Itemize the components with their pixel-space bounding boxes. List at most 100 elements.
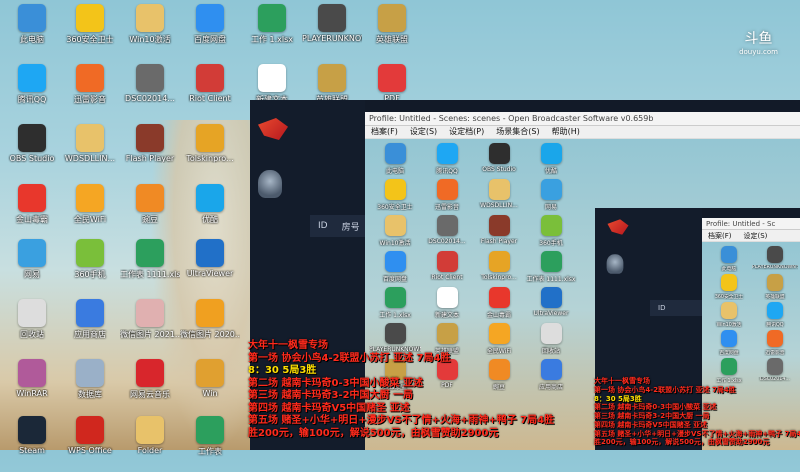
app-icon	[136, 4, 164, 32]
icon-label: 工作表 1111.xlsx	[120, 270, 180, 279]
obs-title-bar[interactable]: Profile: Untitled - Scenes: scenes - Ope…	[365, 112, 800, 126]
desktop-icon-24[interactable]: 工作表 1111.xlsx	[120, 239, 180, 295]
app-icon	[384, 287, 406, 308]
desktop-icon-10[interactable]: Riot Client	[180, 64, 240, 120]
nested-title-text: Profile: Untitled - Sc	[706, 219, 776, 228]
icon-label: 此电脑	[20, 35, 44, 44]
desktop-icon-5[interactable]: PLAYERUNKNOWN'S	[302, 4, 362, 60]
app-icon	[196, 64, 224, 92]
desktop-icon-7[interactable]: 腾讯QQ	[2, 64, 62, 120]
icon-label: 百度网盘	[194, 35, 226, 44]
desktop-icon-36[interactable]: Folder	[120, 416, 180, 472]
app-icon	[436, 215, 458, 236]
obs-table-header: ID 房号	[310, 215, 370, 237]
app-icon	[318, 4, 346, 32]
desktop-icon-20[interactable]: 豌豆	[120, 184, 180, 240]
icon-label: 金山毒霸	[16, 215, 48, 224]
desktop-icon-37[interactable]: 工作表	[180, 416, 240, 472]
icon-label: OBS Studio	[482, 166, 516, 173]
obs-menu-item-2[interactable]: 设定档(P)	[443, 126, 490, 138]
icon-label: 优酷	[544, 168, 557, 175]
desktop-icon-25[interactable]: UltraViewer	[180, 239, 240, 295]
app-icon	[378, 64, 406, 92]
overlay-line-5: 第四场 越南卡玛奇V5中国赌圣 亚述	[248, 402, 410, 414]
desktop-icon-33[interactable]: Win	[180, 359, 240, 415]
nested-menu-item-1[interactable]: 设定(S)	[738, 230, 774, 241]
desktop-icon-19[interactable]: 全民WiFi	[60, 184, 120, 240]
icon-label: WPS Office	[68, 446, 112, 455]
icon-label: 工作表	[198, 447, 222, 456]
desktop-icon-6[interactable]: 英雄联盟	[362, 4, 422, 60]
icon-label: Riot Client	[189, 94, 231, 103]
desktop-icon-31[interactable]: 数据库	[60, 359, 120, 415]
icon-label: 迅雷影音	[74, 95, 106, 104]
app-icon	[196, 4, 224, 32]
app-icon	[488, 143, 510, 164]
obs-menu-item-1[interactable]: 设定(S)	[404, 126, 443, 138]
nested-helmet-icon	[606, 254, 624, 274]
desktop-icon-14[interactable]: OBS Studio	[2, 124, 62, 180]
app-icon	[436, 143, 458, 164]
app-icon	[196, 239, 224, 267]
app-icon	[76, 416, 104, 444]
desktop-icon-23[interactable]: 360手机	[60, 239, 120, 295]
app-icon	[766, 302, 784, 319]
desktop-icon-2[interactable]: Win10激活	[120, 4, 180, 60]
app-icon	[540, 251, 562, 272]
icon-label: 微信图片 2020...	[180, 330, 240, 339]
app-icon	[436, 179, 458, 200]
desktop-icon-28[interactable]: 微信图片 2021...	[120, 299, 180, 355]
app-icon	[76, 299, 104, 327]
app-icon	[136, 184, 164, 212]
desktop-icon-29[interactable]: 微信图片 2020...	[180, 299, 240, 355]
nested-title-bar[interactable]: Profile: Untitled - Sc	[702, 218, 800, 230]
desktop-icon-3[interactable]: 百度网盘	[180, 4, 240, 60]
app-icon	[384, 215, 406, 236]
app-icon	[766, 358, 784, 375]
icon-label: 腾讯QQ	[17, 95, 47, 104]
app-icon	[136, 359, 164, 387]
desktop-icon-18[interactable]: 金山毒霸	[2, 184, 62, 240]
desktop-icon-15[interactable]: WDSDLLIN...	[60, 124, 120, 180]
app-icon	[436, 287, 458, 308]
nested-menu-item-0[interactable]: 档案(F)	[702, 230, 738, 241]
icon-label: 百度网盘	[719, 350, 739, 356]
app-icon	[18, 184, 46, 212]
desktop-icon-34[interactable]: Steam	[2, 416, 62, 472]
desktop-icon-16[interactable]: Flash Player	[120, 124, 180, 180]
app-icon	[136, 299, 164, 327]
app-icon	[18, 416, 46, 444]
icon-label: 微信图片 2021...	[120, 330, 180, 339]
icon-label: 360安全卫士	[714, 294, 744, 300]
desktop-icon-4[interactable]: 工作 1.xlsx	[242, 4, 302, 60]
desktop-icon-21[interactable]: 优酷	[180, 184, 240, 240]
icon-label: WinRAR	[16, 389, 48, 398]
stream-overlay-text-nested: 大年十一枫雪专场 第一场 协会小鸟4-2联盟小苏打 亚述 7局4胜 8：30 5局3…	[594, 377, 800, 447]
desktop-icon-26[interactable]: 回收站	[2, 299, 62, 355]
icon-label: Win10激活	[716, 322, 742, 328]
desktop-icon-35[interactable]: WPS Office	[60, 416, 120, 472]
overlay-small-line-6: 第五场 赌圣+小华+明日+漫步VS不了情+火海+雨神+鸭子 7局4胜	[594, 429, 800, 438]
icon-label: 360手机	[539, 240, 563, 247]
icon-label: Folder	[137, 446, 163, 455]
desktop-icon-0[interactable]: 此电脑	[2, 4, 62, 60]
app-icon	[196, 184, 224, 212]
desktop-icon-17[interactable]: Tolskinpro...	[180, 124, 240, 180]
desktop-icon-32[interactable]: 网易云音乐	[120, 359, 180, 415]
watermark: 斗鱼 douyu.com	[739, 28, 778, 56]
desktop-icon-9[interactable]: DSC02014...	[120, 64, 180, 120]
desktop-icon-30[interactable]: WinRAR	[2, 359, 62, 415]
obs-menu-item-4[interactable]: 帮助(H)	[546, 126, 586, 138]
desktop-icon-22[interactable]: 网易	[2, 239, 62, 295]
obs-menu-item-3[interactable]: 场景集合(S)	[490, 126, 545, 138]
icon-label: 全民WiFi	[73, 215, 107, 224]
app-icon	[384, 179, 406, 200]
app-icon	[540, 215, 562, 236]
app-icon	[18, 64, 46, 92]
obs-menu-item-0[interactable]: 档案(F)	[365, 126, 404, 138]
app-icon	[436, 251, 458, 272]
desktop-icon-8[interactable]: 迅雷影音	[60, 64, 120, 120]
desktop-icon-1[interactable]: 360安全卫士	[60, 4, 120, 60]
app-icon	[766, 330, 784, 347]
desktop-icon-27[interactable]: 应用商店	[60, 299, 120, 355]
